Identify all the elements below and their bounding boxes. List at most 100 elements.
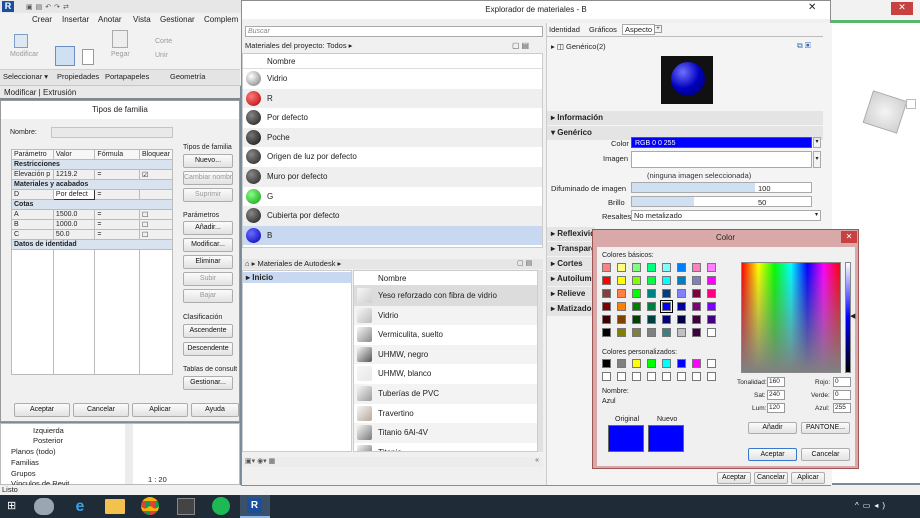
section-row[interactable]: Restricciones bbox=[11, 159, 173, 170]
materials-ok-button[interactable]: Aceptar bbox=[717, 472, 751, 484]
list-item-selected[interactable]: B bbox=[243, 225, 542, 246]
materials-cancel-button[interactable]: Cancelar bbox=[754, 472, 788, 484]
tab-crear[interactable]: Crear bbox=[32, 15, 52, 24]
param-value[interactable]: 1219.2 bbox=[52, 169, 96, 180]
list-item[interactable]: Poche bbox=[243, 127, 542, 148]
section-row[interactable]: Datos de identidad bbox=[11, 239, 173, 250]
library-toolbar[interactable]: ▣▾ ◉▾ ▦ « bbox=[242, 457, 543, 467]
section-reflexividad[interactable]: ▸ Reflexividad bbox=[547, 227, 595, 241]
basic-color-swatch[interactable] bbox=[662, 276, 671, 285]
hue-input[interactable]: 160 bbox=[767, 377, 785, 387]
quick-access-icons[interactable]: ▣▤↶↷⇄ bbox=[26, 3, 96, 11]
basic-color-swatch[interactable] bbox=[602, 328, 611, 337]
custom-color-swatch[interactable] bbox=[602, 359, 611, 368]
list-item[interactable]: Yeso reforzado con fibra de vidrio bbox=[354, 286, 537, 306]
section-informacion[interactable]: ▸ Información bbox=[547, 111, 823, 125]
tab-vista[interactable]: Vista bbox=[133, 15, 151, 24]
remove-parameter-button[interactable]: Eliminar bbox=[183, 255, 233, 269]
internet-explorer-icon[interactable]: e bbox=[70, 497, 90, 516]
family-apply-button[interactable]: Aplicar bbox=[132, 403, 188, 417]
basic-color-swatch[interactable] bbox=[647, 289, 656, 298]
family-help-button[interactable]: Ayuda bbox=[191, 403, 239, 417]
table-row[interactable]: A 1500.0 = ☐ bbox=[11, 209, 174, 220]
basic-color-swatch[interactable] bbox=[677, 328, 686, 337]
param-value-material[interactable]: Por defect bbox=[52, 189, 96, 200]
basic-color-swatch[interactable] bbox=[632, 315, 641, 324]
basic-color-swatch[interactable] bbox=[692, 328, 701, 337]
paste-icon[interactable] bbox=[112, 30, 128, 48]
library-root[interactable]: ▸ Inicio bbox=[243, 272, 351, 283]
list-header[interactable]: Nombre bbox=[354, 271, 537, 286]
custom-color-swatch[interactable] bbox=[692, 359, 701, 368]
dark-app-icon[interactable] bbox=[177, 498, 195, 515]
add-asset-icon[interactable]: + bbox=[654, 25, 662, 33]
color-field[interactable]: RGB 0 0 255 bbox=[631, 137, 812, 148]
home-icon[interactable]: ⌂ ▸ bbox=[245, 259, 255, 268]
close-icon[interactable]: ✕ bbox=[841, 231, 857, 243]
browser-scrollbar[interactable] bbox=[125, 424, 133, 484]
image-fade-value[interactable]: 100 bbox=[758, 184, 771, 193]
table-row[interactable]: Elevación p 1219.2 = ☑ bbox=[11, 169, 174, 180]
tree-item[interactable]: Posterior bbox=[33, 436, 63, 445]
basic-color-swatch[interactable] bbox=[677, 302, 686, 311]
view-cube-home-icon[interactable] bbox=[906, 99, 916, 109]
properties-icon[interactable] bbox=[55, 46, 75, 66]
blue-input[interactable]: 255 bbox=[833, 403, 851, 413]
cut-geometry-button[interactable]: Corte bbox=[155, 38, 172, 45]
basic-color-swatch[interactable] bbox=[647, 328, 656, 337]
param-lock-checkbox[interactable]: ☑ bbox=[138, 169, 174, 180]
basic-color-swatch[interactable] bbox=[617, 263, 626, 272]
view-cube-icon[interactable] bbox=[862, 90, 908, 134]
list-item[interactable]: Vermiculita, suelto bbox=[354, 325, 537, 345]
revit-app-icon[interactable]: R bbox=[2, 1, 14, 12]
custom-color-swatch[interactable] bbox=[707, 359, 716, 368]
basic-color-swatch[interactable] bbox=[647, 263, 656, 272]
tray-icons[interactable]: ^▭◂) bbox=[855, 501, 889, 510]
section-row[interactable]: Cotas bbox=[11, 199, 173, 210]
section-cortes[interactable]: ▸ Cortes bbox=[547, 257, 595, 271]
sat-input[interactable]: 240 bbox=[767, 390, 785, 400]
param-formula[interactable]: = bbox=[94, 169, 140, 180]
highlights-select[interactable]: No metalizado ▾ bbox=[631, 210, 821, 221]
custom-color-swatch[interactable] bbox=[632, 359, 641, 368]
table-row[interactable]: C 50.0 = ☐ bbox=[11, 229, 174, 240]
basic-color-swatch[interactable] bbox=[707, 289, 716, 298]
tab-anotar[interactable]: Anotar bbox=[98, 15, 122, 24]
basic-color-swatch[interactable] bbox=[707, 302, 716, 311]
lum-input[interactable]: 120 bbox=[767, 403, 785, 413]
custom-color-swatch[interactable] bbox=[707, 372, 716, 381]
param-formula[interactable]: = bbox=[94, 229, 140, 240]
basic-color-swatch[interactable] bbox=[647, 276, 656, 285]
custom-color-swatch[interactable] bbox=[662, 359, 671, 368]
tab-complementos[interactable]: Complementos bbox=[204, 15, 238, 24]
view-options-icon[interactable]: ▢▤ bbox=[512, 41, 531, 50]
param-lock-checkbox[interactable]: ☐ bbox=[138, 219, 174, 230]
basic-color-swatch[interactable] bbox=[692, 302, 701, 311]
basic-color-swatch[interactable] bbox=[662, 315, 671, 324]
tab-gestionar[interactable]: Gestionar bbox=[160, 15, 195, 24]
table-row[interactable]: D Por defect = bbox=[11, 189, 174, 200]
list-item[interactable]: Titanio 6Al-4V bbox=[354, 423, 537, 443]
basic-color-swatch[interactable] bbox=[707, 315, 716, 324]
basic-color-swatch[interactable] bbox=[632, 328, 641, 337]
list-item[interactable]: Tuberías de PVC bbox=[354, 384, 537, 404]
param-lock-checkbox[interactable]: ☐ bbox=[138, 229, 174, 240]
move-down-button[interactable]: Bajar bbox=[183, 289, 233, 303]
image-fade-slider[interactable]: 100 bbox=[631, 182, 812, 193]
view-scale[interactable]: 1 : 20 bbox=[148, 475, 167, 484]
sort-ascending-button[interactable]: Ascendente bbox=[183, 324, 233, 338]
image-dropdown[interactable]: ▾ bbox=[813, 151, 821, 168]
basic-color-swatch[interactable] bbox=[647, 315, 656, 324]
rename-type-button[interactable]: Cambiar nombre... bbox=[183, 171, 233, 185]
delete-type-button[interactable]: Suprimir bbox=[183, 188, 233, 202]
tab-identidad[interactable]: Identidad bbox=[549, 25, 580, 34]
basic-color-swatch[interactable] bbox=[692, 315, 701, 324]
add-parameter-button[interactable]: Añadir... bbox=[183, 221, 233, 235]
custom-color-swatch[interactable] bbox=[677, 359, 686, 368]
basic-color-swatch[interactable] bbox=[660, 300, 673, 313]
section-row[interactable]: Materiales y acabados bbox=[11, 179, 173, 190]
list-item[interactable]: UHMW, negro bbox=[354, 344, 537, 365]
modify-tool-icon[interactable] bbox=[14, 34, 28, 48]
spotify-icon[interactable] bbox=[212, 497, 230, 515]
basic-color-swatch[interactable] bbox=[632, 276, 641, 285]
